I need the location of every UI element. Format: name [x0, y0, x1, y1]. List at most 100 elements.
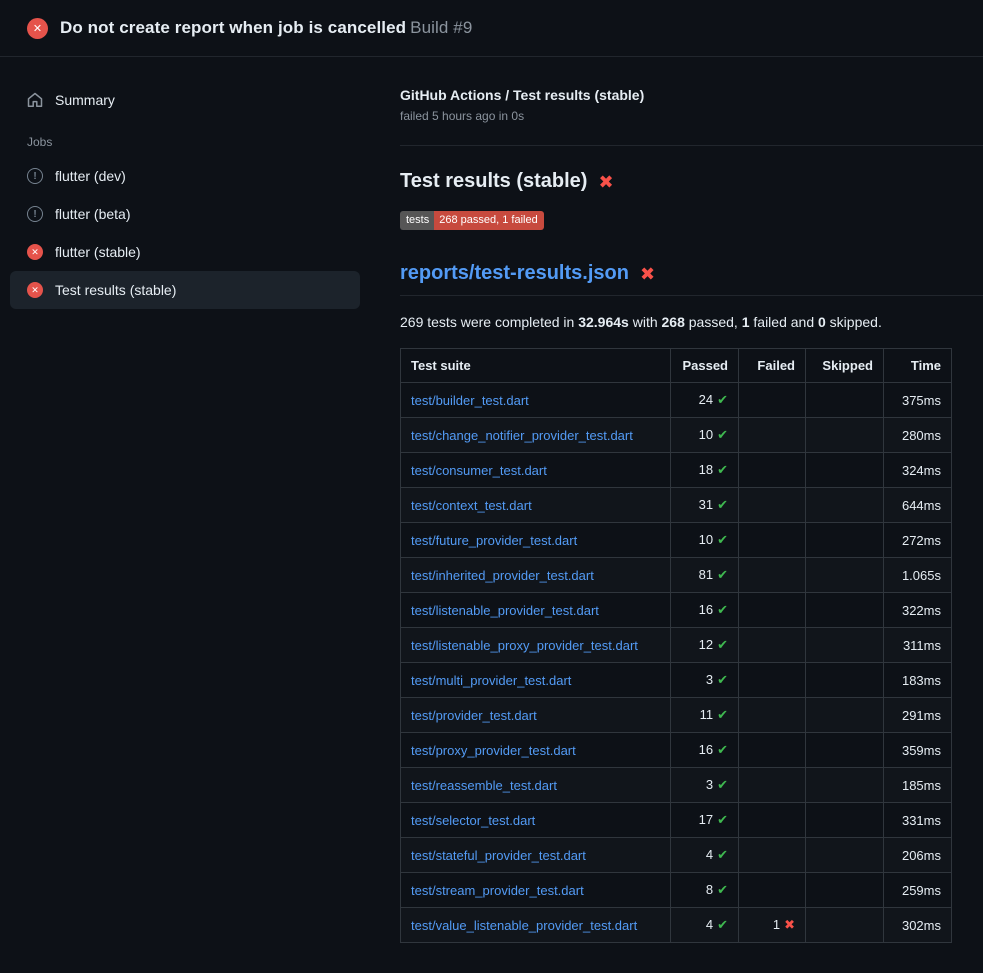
suite-cell: test/future_provider_test.dart — [401, 523, 671, 558]
test-suite-link[interactable]: test/reassemble_test.dart — [411, 778, 557, 793]
suite-cell: test/stateful_provider_test.dart — [401, 838, 671, 873]
passed-count: 4 — [706, 917, 713, 932]
skipped-cell — [806, 838, 884, 873]
time-cell: 1.065s — [884, 558, 952, 593]
report-link[interactable]: reports/test-results.json — [400, 262, 629, 285]
sidebar-item-flutter-stable[interactable]: ✕ flutter (stable) — [10, 233, 360, 271]
neutral-status-icon: ! — [27, 168, 43, 184]
passed-count: 81 — [699, 567, 713, 582]
passed-cell: 11✔ — [671, 698, 739, 733]
passed-cell: 3✔ — [671, 663, 739, 698]
passed-cell: 16✔ — [671, 593, 739, 628]
check-icon: ✔ — [717, 917, 728, 932]
test-suite-link[interactable]: test/context_test.dart — [411, 498, 532, 513]
header-passed: Passed — [671, 349, 739, 383]
test-suite-link[interactable]: test/multi_provider_test.dart — [411, 673, 571, 688]
test-suite-link[interactable]: test/stream_provider_test.dart — [411, 883, 584, 898]
test-suite-link[interactable]: test/consumer_test.dart — [411, 463, 547, 478]
test-suite-link[interactable]: test/value_listenable_provider_test.dart — [411, 918, 637, 933]
run-failed-icon: ✕ — [27, 18, 48, 39]
suite-cell: test/proxy_provider_test.dart — [401, 733, 671, 768]
summary-line: 269 tests were completed in 32.964s with… — [400, 314, 983, 330]
test-suite-link[interactable]: test/listenable_proxy_provider_test.dart — [411, 638, 638, 653]
test-suite-link[interactable]: test/inherited_provider_test.dart — [411, 568, 594, 583]
suite-cell: test/context_test.dart — [401, 488, 671, 523]
build-number: Build #9 — [410, 18, 472, 37]
time-cell: 185ms — [884, 768, 952, 803]
sidebar: Summary Jobs ! flutter (dev) ! flutter (… — [0, 57, 370, 309]
section-title: Test results (stable) ✖ — [400, 170, 983, 193]
test-suite-link[interactable]: test/provider_test.dart — [411, 708, 537, 723]
breadcrumb: GitHub Actions / Test results (stable) — [400, 87, 983, 103]
table-row: test/proxy_provider_test.dart 16✔ 359ms — [401, 733, 952, 768]
suite-cell: test/selector_test.dart — [401, 803, 671, 838]
table-row: test/stateful_provider_test.dart 4✔ 206m… — [401, 838, 952, 873]
time-cell: 280ms — [884, 418, 952, 453]
sidebar-item-test-results-stable[interactable]: ✕ Test results (stable) — [10, 271, 360, 309]
header-time: Time — [884, 349, 952, 383]
failed-count: 1 — [773, 917, 780, 932]
table-row: test/provider_test.dart 11✔ 291ms — [401, 698, 952, 733]
run-header: ✕ Do not create report when job is cance… — [0, 0, 983, 57]
sidebar-item-flutter-beta[interactable]: ! flutter (beta) — [10, 195, 360, 233]
passed-count: 16 — [699, 742, 713, 757]
passed-count: 4 — [706, 847, 713, 862]
failed-cell: 1✖ — [739, 908, 806, 943]
test-suite-link[interactable]: test/future_provider_test.dart — [411, 533, 577, 548]
check-icon: ✔ — [717, 567, 728, 582]
job-label: flutter (dev) — [55, 168, 126, 184]
header-failed: Failed — [739, 349, 806, 383]
time-cell: 206ms — [884, 838, 952, 873]
passed-cell: 17✔ — [671, 803, 739, 838]
suite-cell: test/provider_test.dart — [401, 698, 671, 733]
passed-count: 8 — [706, 882, 713, 897]
skipped-cell — [806, 488, 884, 523]
tests-badge: tests 268 passed, 1 failed — [400, 211, 544, 230]
time-cell: 375ms — [884, 383, 952, 418]
time-cell: 331ms — [884, 803, 952, 838]
section-title-text: Test results (stable) — [400, 170, 587, 193]
table-row: test/stream_provider_test.dart 8✔ 259ms — [401, 873, 952, 908]
time-cell: 259ms — [884, 873, 952, 908]
time-cell: 324ms — [884, 453, 952, 488]
run-title-text: Do not create report when job is cancell… — [60, 18, 406, 37]
home-icon — [27, 92, 43, 108]
suite-cell: test/change_notifier_provider_test.dart — [401, 418, 671, 453]
passed-cell: 10✔ — [671, 523, 739, 558]
skipped-cell — [806, 733, 884, 768]
table-row: test/context_test.dart 31✔ 644ms — [401, 488, 952, 523]
failed-x-icon: ✖ — [640, 265, 655, 283]
divider — [400, 295, 983, 296]
check-icon: ✔ — [717, 742, 728, 757]
test-suite-link[interactable]: test/stateful_provider_test.dart — [411, 848, 586, 863]
failed-cell — [739, 453, 806, 488]
skipped-cell — [806, 383, 884, 418]
check-icon: ✔ — [717, 812, 728, 827]
failed-cell — [739, 803, 806, 838]
badge-status: 268 passed, 1 failed — [434, 211, 543, 230]
suite-cell: test/builder_test.dart — [401, 383, 671, 418]
table-row: test/inherited_provider_test.dart 81 ✔ 1.… — [401, 558, 952, 593]
skipped-cell — [806, 418, 884, 453]
table-row: test/listenable_proxy_provider_test.dart… — [401, 628, 952, 663]
test-suite-link[interactable]: test/proxy_provider_test.dart — [411, 743, 576, 758]
suite-cell: test/listenable_provider_test.dart — [401, 593, 671, 628]
test-suite-link[interactable]: test/change_notifier_provider_test.dart — [411, 428, 633, 443]
suite-cell: test/reassemble_test.dart — [401, 768, 671, 803]
sidebar-item-summary[interactable]: Summary — [10, 81, 360, 119]
passed-count: 31 — [699, 497, 713, 512]
neutral-status-icon: ! — [27, 206, 43, 222]
passed-count: 3 — [706, 672, 713, 687]
time-cell: 291ms — [884, 698, 952, 733]
test-suite-link[interactable]: test/listenable_provider_test.dart — [411, 603, 599, 618]
sidebar-item-flutter-dev[interactable]: ! flutter (dev) — [10, 157, 360, 195]
passed-cell: 3✔ — [671, 768, 739, 803]
skipped-cell — [806, 593, 884, 628]
failed-cell — [739, 733, 806, 768]
test-suite-link[interactable]: test/selector_test.dart — [411, 813, 535, 828]
failed-cell — [739, 663, 806, 698]
failed-cell — [739, 873, 806, 908]
check-icon: ✔ — [717, 427, 728, 442]
skipped-cell — [806, 803, 884, 838]
test-suite-link[interactable]: test/builder_test.dart — [411, 393, 529, 408]
